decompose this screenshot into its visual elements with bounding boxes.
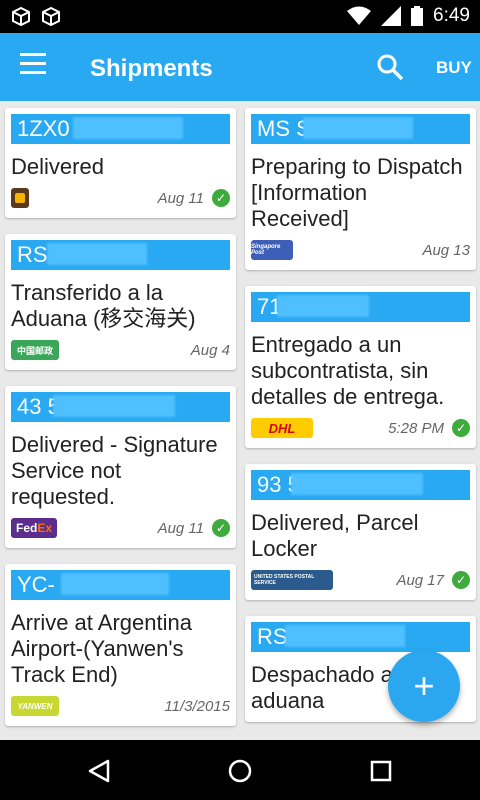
shipment-status: Delivered - Signature Service not reques… (11, 432, 218, 509)
shipment-date: 11/3/2015 (164, 697, 230, 715)
check-icon: ✓ (452, 419, 470, 437)
redaction-mask (303, 117, 413, 139)
tracking-number: MS SG (251, 114, 470, 144)
redaction-mask (61, 573, 169, 595)
right-column: MS SG Preparing to Dispatch [Information… (245, 108, 476, 738)
menu-icon[interactable] (20, 53, 50, 83)
wifi-icon (347, 6, 372, 25)
shipment-date: Aug 11 (157, 519, 204, 537)
page-title: Shipments (90, 55, 213, 82)
navigation-bar (0, 740, 480, 800)
shipment-date: Aug 17 (396, 571, 444, 589)
shipment-status: Preparing to Dispatch [Information Recei… (251, 154, 463, 231)
shipments-grid: 1ZX0 59 20 Delivered Aug 11 ✓ RS CN Tran… (0, 101, 480, 740)
redaction-mask (285, 625, 405, 647)
shipment-card[interactable]: MS SG Preparing to Dispatch [Information… (245, 108, 476, 270)
shipment-card[interactable]: RS CN Transferido a la Aduana (移交海关) 中国邮… (5, 234, 236, 370)
singapore-post-logo: Singapore Post (251, 240, 293, 260)
buy-button[interactable]: BUY (436, 58, 472, 78)
shipment-date: Aug 11 (157, 189, 204, 207)
check-icon: ✓ (212, 519, 230, 537)
check-icon: ✓ (212, 189, 230, 207)
package-notification-icon (42, 6, 60, 26)
battery-icon (411, 6, 424, 26)
shipment-status: Transferido a la Aduana (移交海关) (11, 280, 196, 331)
tracking-number: RS CN (11, 240, 230, 270)
status-time: 6:49 (433, 5, 470, 26)
tracking-number: 93 51 86 (251, 470, 470, 500)
shipment-status: Delivered, Parcel Locker (251, 510, 419, 561)
package-notification-icon (12, 6, 30, 26)
shipment-status: Delivered (11, 154, 104, 179)
search-icon[interactable] (376, 53, 404, 81)
app-bar: Shipments BUY (0, 33, 480, 101)
tracking-number: 71 26 (251, 292, 470, 322)
yanwen-logo: YANWEN (11, 696, 59, 716)
status-bar: 6:49 (0, 0, 480, 33)
tracking-number: YC- -YW (11, 570, 230, 600)
redaction-mask (291, 473, 423, 495)
redaction-mask (47, 243, 147, 265)
check-icon: ✓ (452, 571, 470, 589)
redaction-mask (73, 117, 183, 139)
signal-icon (381, 6, 402, 26)
tracking-number: 1ZX0 59 20 (11, 114, 230, 144)
shipment-card[interactable]: 71 26 Entregado a un subcontratista, sin… (245, 286, 476, 448)
usps-logo: UNITED STATES POSTAL SERVICE (251, 570, 333, 590)
shipment-date: Aug 13 (422, 241, 470, 259)
dhl-logo: DHL (251, 418, 313, 438)
shipment-card[interactable]: 93 51 86 Delivered, Parcel Locker UNITED… (245, 464, 476, 600)
tracking-number: 43 53 (11, 392, 230, 422)
fedex-logo: Fed Ex (11, 518, 57, 538)
redaction-mask (277, 295, 369, 317)
recent-apps-icon[interactable] (368, 758, 394, 784)
china-post-logo: 中国邮政 (11, 340, 59, 360)
home-icon[interactable] (227, 758, 253, 784)
shipment-status: Entregado a un subcontratista, sin detal… (251, 332, 445, 409)
shipment-card[interactable]: 43 53 Delivered - Signature Service not … (5, 386, 236, 548)
ups-logo (11, 188, 29, 208)
left-column: 1ZX0 59 20 Delivered Aug 11 ✓ RS CN Tran… (5, 108, 236, 740)
shipment-card[interactable]: YC- -YW Arrive at Argentina Airport-(Yan… (5, 564, 236, 726)
redaction-mask (53, 395, 175, 417)
back-icon[interactable] (86, 758, 112, 784)
add-shipment-button[interactable]: + (388, 650, 460, 722)
shipment-date: 5:28 PM (388, 419, 444, 437)
tracking-number: RS 7 (251, 622, 470, 652)
shipment-date: Aug 4 (190, 341, 230, 359)
shipment-status: Arrive at Argentina Airport-(Yanwen's Tr… (11, 610, 192, 687)
shipment-card[interactable]: 1ZX0 59 20 Delivered Aug 11 ✓ (5, 108, 236, 218)
